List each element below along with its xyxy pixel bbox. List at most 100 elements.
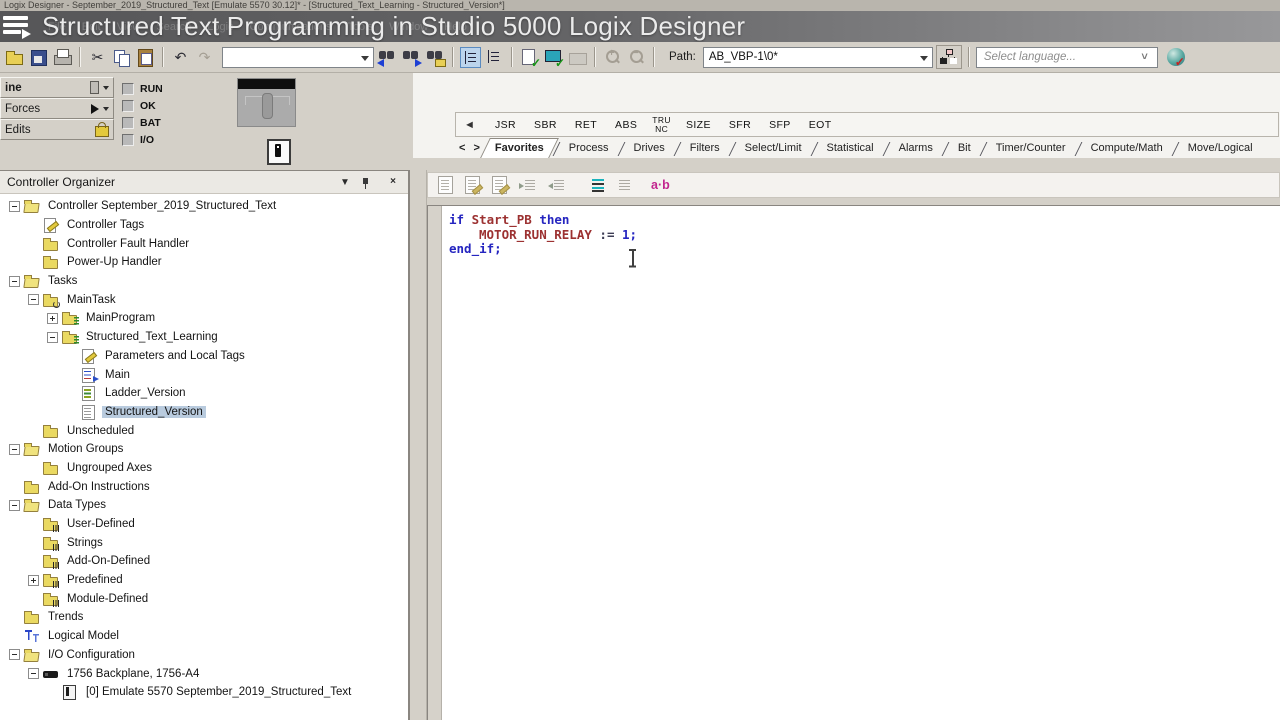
chevron-down-icon[interactable] [361,56,369,61]
status-edits-row[interactable]: Edits [0,119,114,140]
tree-item-parameters-local-tags[interactable]: Parameters and Local Tags [0,347,408,366]
path-value: AB_VBP-1\0* [709,51,778,63]
tree-item-unscheduled[interactable]: Unscheduled [0,421,408,440]
tree-item-io-configuration[interactable]: I/O Configuration [0,646,408,665]
instruction-sfr[interactable]: SFR [720,119,760,131]
verify-routine-icon[interactable]: ✓ [519,47,540,68]
panel-dropdown-icon[interactable]: ▼ [337,177,353,188]
tree-item-main-routine[interactable]: Main [0,365,408,384]
tree-item-mainprogram[interactable]: MainProgram [0,309,408,328]
collapse-icon[interactable] [28,668,39,679]
tab-select-limit[interactable]: Select/Limit [734,138,813,158]
save-icon[interactable] [28,47,49,68]
status-mode-row[interactable]: ine [0,77,114,98]
tree-item-strings[interactable]: Strings [0,533,408,552]
instruction-size[interactable]: SIZE [677,119,720,131]
tree-item-module-defined[interactable]: Module-Defined [0,589,408,608]
tab-alarms[interactable]: Alarms [888,138,944,158]
find-in-files-icon[interactable] [425,47,446,68]
tree-item-predefined[interactable]: Predefined [0,571,408,590]
line-highlight-icon[interactable] [591,178,606,192]
tree-item-trends[interactable]: Trends [0,608,408,627]
language-globe-icon[interactable]: ✓ [1167,48,1185,66]
search-next-icon[interactable] [401,47,422,68]
instruction-eot[interactable]: EOT [800,119,841,131]
tree-item-ungrouped-axes[interactable]: Ungrouped Axes [0,459,408,478]
instruction-trunc[interactable]: TRU NC [646,116,677,133]
tree-item-structured-version[interactable]: Structured_Version [0,403,408,422]
tree-item-logical-model[interactable]: Logical Model [0,627,408,646]
toggle-watch-icon[interactable] [484,47,505,68]
tree-item-1756-backplane[interactable]: 1756 Backplane, 1756-A4 [0,664,408,683]
tree-item-add-on-instructions[interactable]: Add-On Instructions [0,477,408,496]
tab-process[interactable]: Process [558,138,620,158]
tab-bit[interactable]: Bit [947,138,982,158]
verify-controller-icon[interactable]: ✓ [543,47,564,68]
collapse-icon[interactable] [9,649,20,660]
collapse-icon[interactable] [28,294,39,305]
expand-icon[interactable] [28,575,39,586]
tabs-scroll-left-icon[interactable]: < [455,142,469,154]
open-icon[interactable] [4,47,25,68]
undo-icon[interactable]: ↶ [170,47,191,68]
panel-splitter[interactable] [409,170,427,720]
tree-item-controller[interactable]: Controller September_2019_Structured_Tex… [0,197,408,216]
chevron-down-icon[interactable] [103,86,109,90]
tree-item-controller-fault-handler[interactable]: Controller Fault Handler [0,234,408,253]
tree-item-structured-text-learning[interactable]: Structured_Text_Learning [0,328,408,347]
print-icon[interactable] [52,47,73,68]
language-combobox[interactable]: Select language... ˅ [976,47,1158,68]
chevron-down-icon[interactable]: ˅ [1137,51,1151,63]
collapse-icon[interactable] [9,444,20,455]
collapse-icon[interactable] [9,500,20,511]
instruction-jsr[interactable]: JSR [486,119,525,131]
cut-icon[interactable]: ✂ [87,47,108,68]
status-forces-row[interactable]: Forces [0,98,114,119]
tab-move-logical[interactable]: Move/Logical [1177,138,1264,158]
expand-icon[interactable] [47,313,58,324]
pin-icon[interactable] [361,176,377,189]
paste-icon[interactable] [135,47,156,68]
tab-favorites[interactable]: Favorites [484,138,555,158]
tree-item-tasks[interactable]: Tasks [0,272,408,291]
tab-filters[interactable]: Filters [679,138,731,158]
tree-item-data-types[interactable]: Data Types [0,496,408,515]
tab-compute-math[interactable]: Compute/Math [1080,138,1174,158]
search-input[interactable] [223,48,355,67]
tree-item-add-on-defined[interactable]: Add-On-Defined [0,552,408,571]
collapse-icon[interactable] [9,201,20,212]
code-line-3: end_if; [449,242,637,257]
close-icon[interactable]: × [385,175,401,189]
instruction-sbr[interactable]: SBR [525,119,566,131]
tree-item-controller-tags[interactable]: Controller Tags [0,216,408,235]
collapse-icon[interactable] [9,276,20,287]
path-combobox[interactable]: AB_VBP-1\0* [703,47,933,68]
tree-item-maintask[interactable]: MainTask [0,290,408,309]
toggle-organizer-icon[interactable] [460,47,481,68]
tab-timer-counter[interactable]: Timer/Counter [985,138,1077,158]
tree-item-power-up-handler[interactable]: Power-Up Handler [0,253,408,272]
chevron-down-icon[interactable] [103,107,109,111]
tabs-scroll-right-icon[interactable]: > [469,142,483,154]
browse-tags-icon[interactable]: a·b [651,178,670,192]
tab-statistical[interactable]: Statistical [816,138,885,158]
tab-drives[interactable]: Drives [623,138,676,158]
instruction-ret[interactable]: RET [566,119,606,131]
tree-item-user-defined[interactable]: User-Defined [0,515,408,534]
scroll-left-icon[interactable]: ◄ [464,119,486,131]
st-code[interactable]: if Start_PB thenMOTOR_RUN_RELAY := 1;end… [449,213,637,257]
instruction-sfp[interactable]: SFP [760,119,800,131]
redo-icon[interactable]: ↷ [194,47,215,68]
copy-icon[interactable] [111,47,132,68]
search-previous-icon[interactable] [377,47,398,68]
chevron-down-icon[interactable] [920,56,928,61]
tree-item-emulate-5570[interactable]: [0] Emulate 5570 September_2019_Structur… [0,683,408,702]
collapse-icon[interactable] [47,332,58,343]
st-editor[interactable]: if Start_PB thenMOTOR_RUN_RELAY := 1;end… [427,205,1280,720]
search-combobox[interactable] [222,47,374,68]
instruction-abs[interactable]: ABS [606,119,646,131]
network-browse-icon[interactable] [936,45,962,69]
tree-item-motion-groups[interactable]: Motion Groups [0,440,408,459]
keying-icon [567,47,588,68]
tree-item-ladder-version[interactable]: Ladder_Version [0,384,408,403]
